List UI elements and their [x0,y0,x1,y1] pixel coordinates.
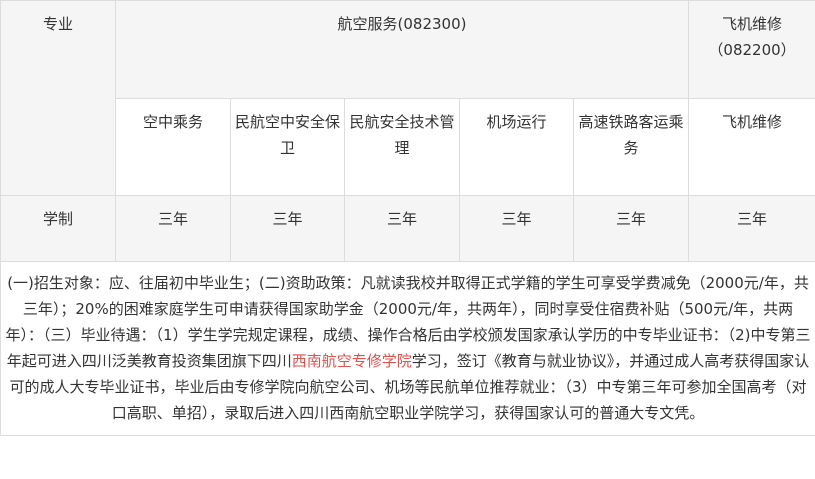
subheader-cell: 民航空中安全保卫 [230,98,345,196]
duration-cell: 三年 [459,195,574,262]
subheader-cell: 机场运行 [459,98,574,196]
duration-label: 学制 [42,210,73,228]
subheader-cell: 空中乘务 [115,98,231,196]
duration-cell: 三年 [230,195,345,262]
duration-value: 三年 [386,210,417,228]
duration-value: 三年 [501,210,532,228]
subheader-label: 民航空中安全保卫 [234,113,340,157]
subheader-label: 飞机维修 [722,113,783,131]
aircraft-maintenance-header-cell: 飞机维修 （082200） [688,0,815,99]
subheader-row: 空中乘务 民航空中安全保卫 民航安全技术管理 机场运行 高速铁路客运乘务 飞机维… [1,98,815,196]
header-row: 专业 航空服务(082300) 飞机维修 （082200） [0,0,815,196]
enrollment-table: 专业 航空服务(082300) 飞机维修 （082200） 空中乘务 民航空中安… [0,0,815,436]
aviation-service-group-cell: 航空服务(082300) [114,0,690,99]
major-header-cell: 专业 [0,0,116,196]
subheader-cell: 高速铁路客运乘务 [572,98,690,196]
enrollment-table-wrapper: 专业 航空服务(082300) 飞机维修 （082200） 空中乘务 民航空中安… [0,0,815,436]
aircraft-maintenance-header-code: （082200） [708,41,796,59]
aviation-service-group-label: 航空服务(082300) [337,15,467,33]
subheader-cell: 飞机维修 [688,98,815,196]
major-header-label: 专业 [42,15,73,33]
notes-cell: (一)招生对象：应、往届初中毕业生；(二)资助政策：凡就读我校并取得正式学籍的学… [0,261,815,436]
duration-label-cell: 学制 [0,195,116,262]
duration-row: 学制 三年 三年 三年 三年 三年 三年 [0,195,815,262]
subheader-label: 民航安全技术管理 [349,113,455,157]
duration-value: 三年 [616,210,647,228]
college-link[interactable]: 西南航空专修学院 [292,352,412,370]
duration-value: 三年 [157,210,188,228]
duration-cell: 三年 [115,195,231,262]
subheader-label: 空中乘务 [142,113,203,131]
subheader-label: 高速铁路客运乘务 [578,113,684,157]
duration-cell: 三年 [688,195,815,262]
duration-value: 三年 [272,210,303,228]
duration-value: 三年 [737,210,768,228]
notes-row: (一)招生对象：应、往届初中毕业生；(二)资助政策：凡就读我校并取得正式学籍的学… [0,261,815,436]
duration-cell: 三年 [572,195,690,262]
subheader-label: 机场运行 [486,113,547,131]
subheader-cell: 民航安全技术管理 [344,98,460,196]
duration-cell: 三年 [344,195,460,262]
aircraft-maintenance-header-label: 飞机维修 [722,15,783,33]
